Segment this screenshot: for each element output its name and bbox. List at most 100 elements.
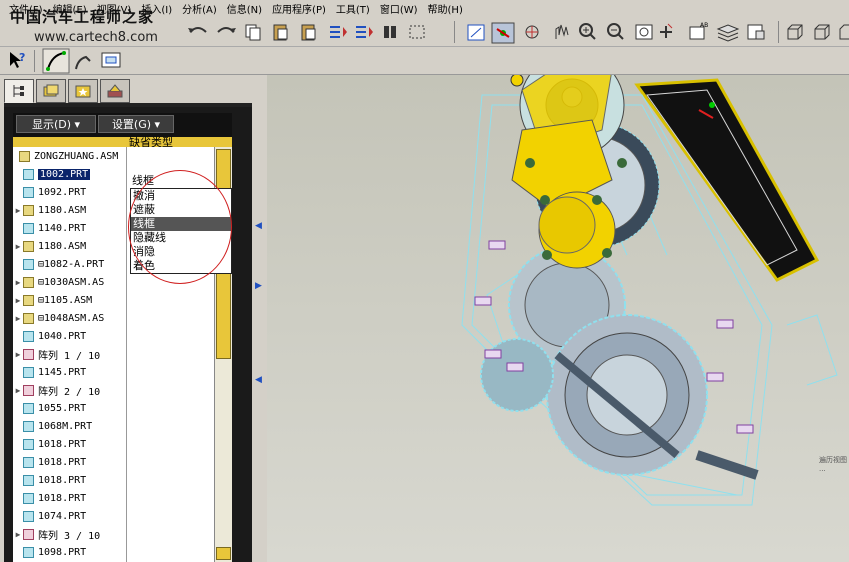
tree-item[interactable]: 1002.PRT: [13, 165, 126, 183]
menu-item[interactable]: 窗口(W): [375, 1, 423, 16]
zoom-out-icon[interactable]: [607, 23, 624, 40]
tree-item[interactable]: 1068M.PRT: [13, 417, 126, 435]
display-button[interactable]: 显示(D) ▾: [16, 115, 96, 133]
regenerate-icon[interactable]: [330, 26, 347, 38]
tree-item[interactable]: 1018.PRT: [13, 435, 126, 453]
expand-icon[interactable]: ▶: [13, 296, 23, 305]
tree-item-label: 1055.PRT: [38, 402, 87, 414]
paste-special-icon[interactable]: [301, 24, 316, 41]
select-box-icon[interactable]: [409, 25, 425, 39]
expand-icon[interactable]: ▶: [13, 386, 23, 395]
annotation-icon[interactable]: [101, 52, 121, 68]
panel-sash[interactable]: ◀ ▶ ◀: [253, 75, 267, 562]
tree-item[interactable]: ▶ 阵列 2 / 10: [13, 381, 126, 399]
wire-view-icon[interactable]: [839, 24, 849, 40]
cell-value-wireframe[interactable]: 线框: [132, 172, 154, 188]
expand-arrow-icon[interactable]: ▶: [255, 281, 263, 291]
dropdown-option[interactable]: 线框: [131, 217, 231, 231]
pattern-icon: [23, 348, 34, 360]
paste-icon[interactable]: [273, 24, 288, 41]
tab-model-tree[interactable]: [4, 79, 34, 103]
context-help-icon[interactable]: ?: [10, 51, 25, 68]
tab-folder-browser[interactable]: [36, 79, 66, 103]
expand-icon[interactable]: ▶: [13, 206, 23, 215]
part-icon: [23, 366, 34, 378]
graphics-viewport[interactable]: 遍历视图 ...: [267, 75, 849, 562]
expand-icon[interactable]: ▶: [13, 278, 23, 287]
regen-manager-icon[interactable]: [356, 26, 373, 38]
part-icon: [23, 402, 34, 414]
menu-item[interactable]: 信息(N): [222, 1, 267, 16]
tree-item-label: 1002.PRT: [38, 168, 91, 180]
display-type-dropdown[interactable]: 撤消 遮蔽 线框 隐藏线 消隐 着色: [130, 188, 232, 274]
settings-button[interactable]: 设置(G) ▾: [98, 115, 174, 133]
part-icon: [23, 258, 34, 270]
refit-icon[interactable]: [635, 24, 653, 40]
tree-item[interactable]: 1018.PRT: [13, 453, 126, 471]
box-view-icon[interactable]: [787, 24, 803, 40]
tree-item[interactable]: ▶ 阵列 1 / 10: [13, 345, 126, 363]
tree-item[interactable]: 1092.PRT: [13, 183, 126, 201]
menu-item[interactable]: 帮助(H): [423, 1, 468, 16]
tree-item[interactable]: 1140.PRT: [13, 219, 126, 237]
tree-item[interactable]: ▶ ⊟1048ASM.AS: [13, 309, 126, 327]
tree-item[interactable]: 1018.PRT: [13, 471, 126, 489]
menu-item[interactable]: 分析(A): [177, 1, 222, 16]
hidden-view-icon[interactable]: [814, 24, 830, 40]
tree-item-label: 阵列 1 / 10: [38, 350, 101, 362]
tree-item[interactable]: ▶ ⊟1030ASM.AS: [13, 273, 126, 291]
pan-hand-icon[interactable]: [555, 24, 569, 39]
copy-icon[interactable]: [245, 24, 261, 41]
tab-favorites[interactable]: [68, 79, 98, 103]
dropdown-option[interactable]: 消隐: [131, 245, 231, 259]
spin-center-icon[interactable]: [525, 25, 539, 39]
find-icon[interactable]: [384, 26, 396, 38]
tree-item[interactable]: 1040.PRT: [13, 327, 126, 345]
datum-curve-icon[interactable]: [42, 48, 70, 74]
tree-item[interactable]: 1074.PRT: [13, 507, 126, 525]
svg-text:AB: AB: [700, 22, 708, 29]
expand-icon[interactable]: ▶: [13, 530, 23, 539]
expand-icon[interactable]: ▶: [13, 350, 23, 359]
tree-root[interactable]: ZONGZHUANG.ASM: [13, 147, 126, 165]
collapse-arrow-icon-2[interactable]: ◀: [255, 375, 263, 385]
tree-item[interactable]: 1145.PRT: [13, 363, 126, 381]
tree-item[interactable]: ▶ 1180.ASM: [13, 201, 126, 219]
tree-item[interactable]: ▶ 1180.ASM: [13, 237, 126, 255]
housing-frame: [634, 78, 820, 282]
view-manager-icon[interactable]: AB: [689, 22, 708, 40]
tree-item[interactable]: 1055.PRT: [13, 399, 126, 417]
scrollbar-lower-thumb[interactable]: [216, 547, 231, 560]
tree-item[interactable]: ▶ 阵列 3 / 10: [13, 525, 126, 543]
repaint-icon[interactable]: [467, 24, 485, 41]
collapse-arrow-icon[interactable]: ◀: [255, 221, 263, 231]
dropdown-option[interactable]: 隐藏线: [131, 231, 231, 245]
secondary-toolbar: ?: [0, 47, 849, 75]
layers-icon[interactable]: [716, 24, 740, 42]
watermark-url: www.cartech8.com: [34, 30, 158, 45]
undo-icon[interactable]: [188, 27, 207, 33]
tree-item[interactable]: 1018.PRT: [13, 489, 126, 507]
menu-item[interactable]: 应用程序(P): [267, 1, 331, 16]
tab-connections[interactable]: [100, 79, 130, 103]
tree-item[interactable]: 1098.PRT: [13, 543, 126, 561]
menu-item[interactable]: 工具(T): [331, 1, 375, 16]
dropdown-option[interactable]: 着色: [131, 259, 231, 273]
tree-item[interactable]: ▶ ⊟1105.ASM: [13, 291, 126, 309]
orient-icon[interactable]: [491, 22, 515, 44]
expand-icon[interactable]: ▶: [13, 242, 23, 251]
dropdown-option[interactable]: 遮蔽: [131, 203, 231, 217]
tree-item[interactable]: ⊟1082-A.PRT: [13, 255, 126, 273]
tree-item-label: 1092.PRT: [38, 186, 87, 198]
tree-item-label: 1068M.PRT: [38, 420, 93, 432]
zoom-in-icon[interactable]: [579, 23, 596, 40]
redo-icon[interactable]: [217, 27, 236, 33]
expand-icon[interactable]: ▶: [13, 314, 23, 323]
model-tree-icon[interactable]: [747, 24, 765, 40]
saved-views-icon[interactable]: [660, 23, 673, 38]
viewport-status-text: 遍历视图 ...: [819, 456, 847, 473]
pattern-icon: [23, 528, 34, 540]
sketch-tool-icon[interactable]: [75, 55, 91, 70]
dropdown-option[interactable]: 撤消: [131, 189, 231, 203]
tree-item-label: 1018.PRT: [38, 492, 87, 504]
